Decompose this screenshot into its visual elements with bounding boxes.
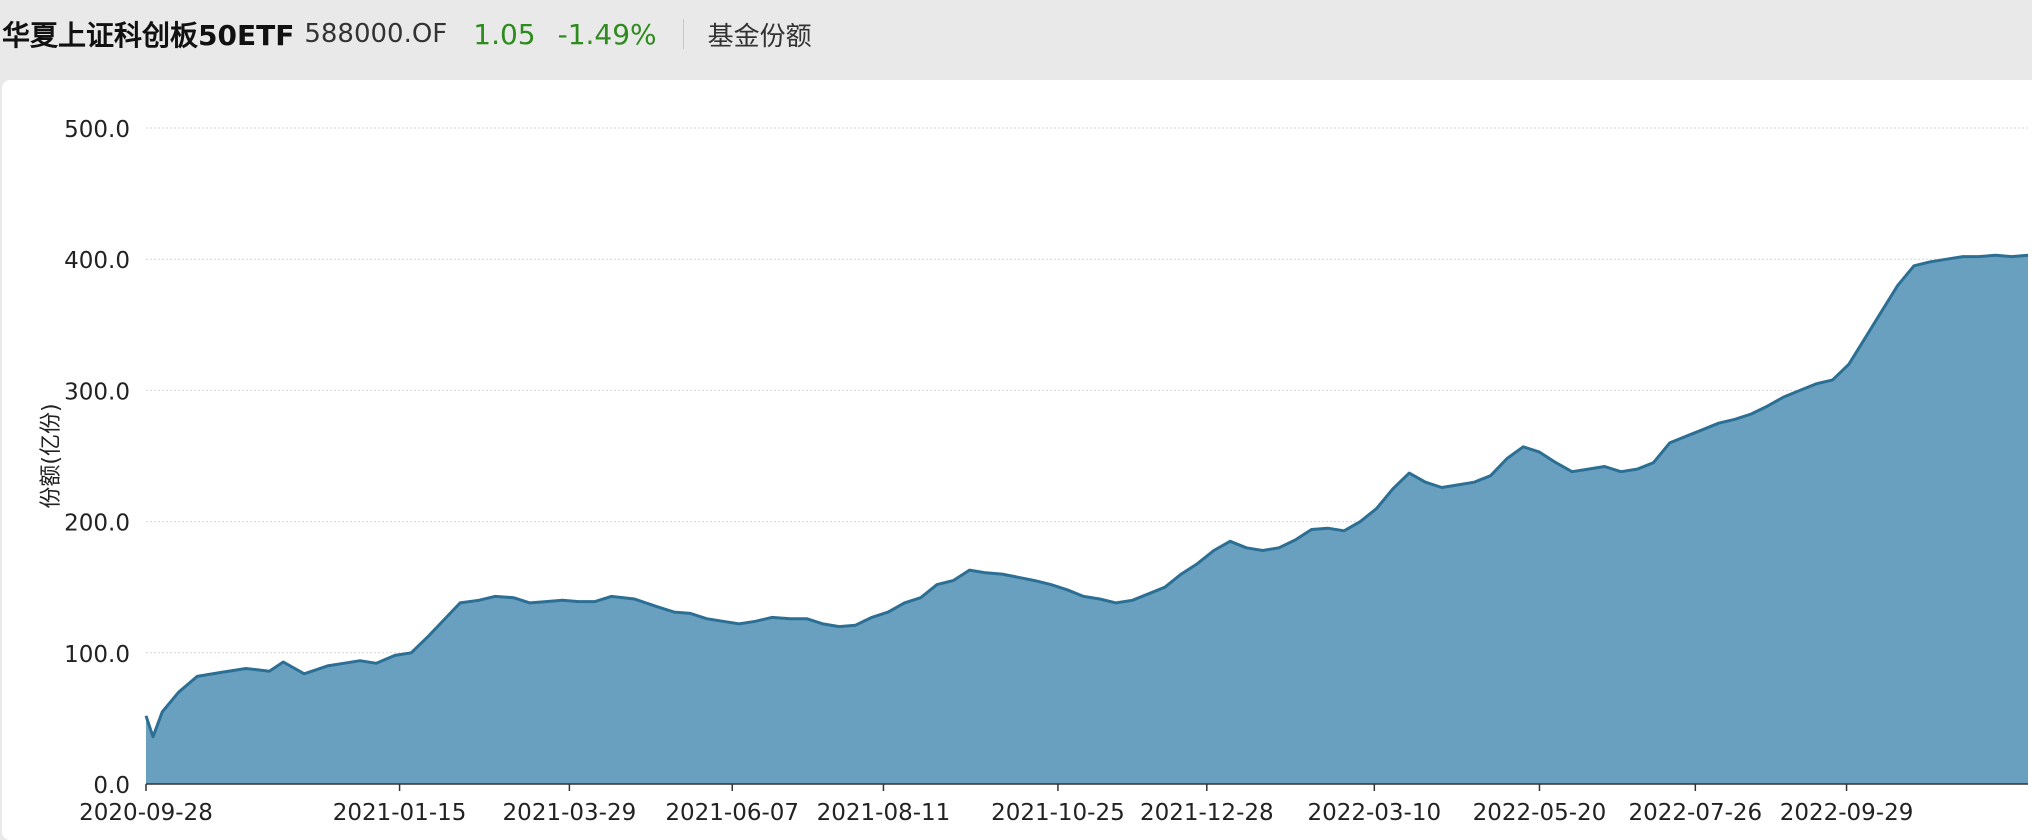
x-tick-label: 2021-06-07 [665, 800, 799, 826]
area-fill [146, 255, 2028, 785]
price-change: -1.49% [557, 17, 657, 51]
y-tick-label: 500.0 [64, 117, 130, 143]
x-tick-label: 2020-09-28 [79, 800, 213, 826]
y-axis-label: 份额(亿份) [39, 403, 64, 508]
x-tick-label: 2021-10-25 [991, 800, 1125, 826]
fund-share-chart: 0.0 100.0 200.0 300.0 400.0 500.0 份额(亿份) 2020-0… [39, 117, 2029, 826]
y-tick-label: 0.0 [93, 773, 130, 799]
x-tick-label: 2021-01-15 [333, 800, 467, 826]
x-tick-label: 2021-03-29 [503, 800, 637, 826]
x-tick-label: 2022-03-10 [1307, 800, 1441, 826]
y-tick-label: 300.0 [64, 379, 130, 405]
x-tick-label: 2022-05-20 [1473, 800, 1607, 826]
header-divider [682, 19, 684, 49]
chart-panel: 0.0 100.0 200.0 300.0 400.0 500.0 份额(亿份) 2020-0… [2, 80, 2032, 840]
y-tick-label: 200.0 [64, 511, 130, 537]
fund-name: 华夏上证科创板50ETF [2, 19, 295, 52]
x-tick-label: 2022-07-26 [1628, 800, 1762, 826]
y-tick-label: 100.0 [64, 642, 130, 668]
x-tick-label: 2022-09-29 [1780, 800, 1914, 826]
x-tick-label: 2021-12-28 [1140, 800, 1274, 826]
x-tick-label: 2021-08-11 [817, 800, 951, 826]
y-tick-label: 400.0 [64, 248, 130, 274]
price-value: 1.05 [473, 17, 536, 51]
header: 华夏上证科创板50ETF 588000.OF 1.05 -1.49% 基金份额 [0, 0, 2032, 68]
fund-code: 588000.OF [304, 19, 448, 49]
tab-fund-shares[interactable]: 基金份额 [708, 16, 812, 53]
